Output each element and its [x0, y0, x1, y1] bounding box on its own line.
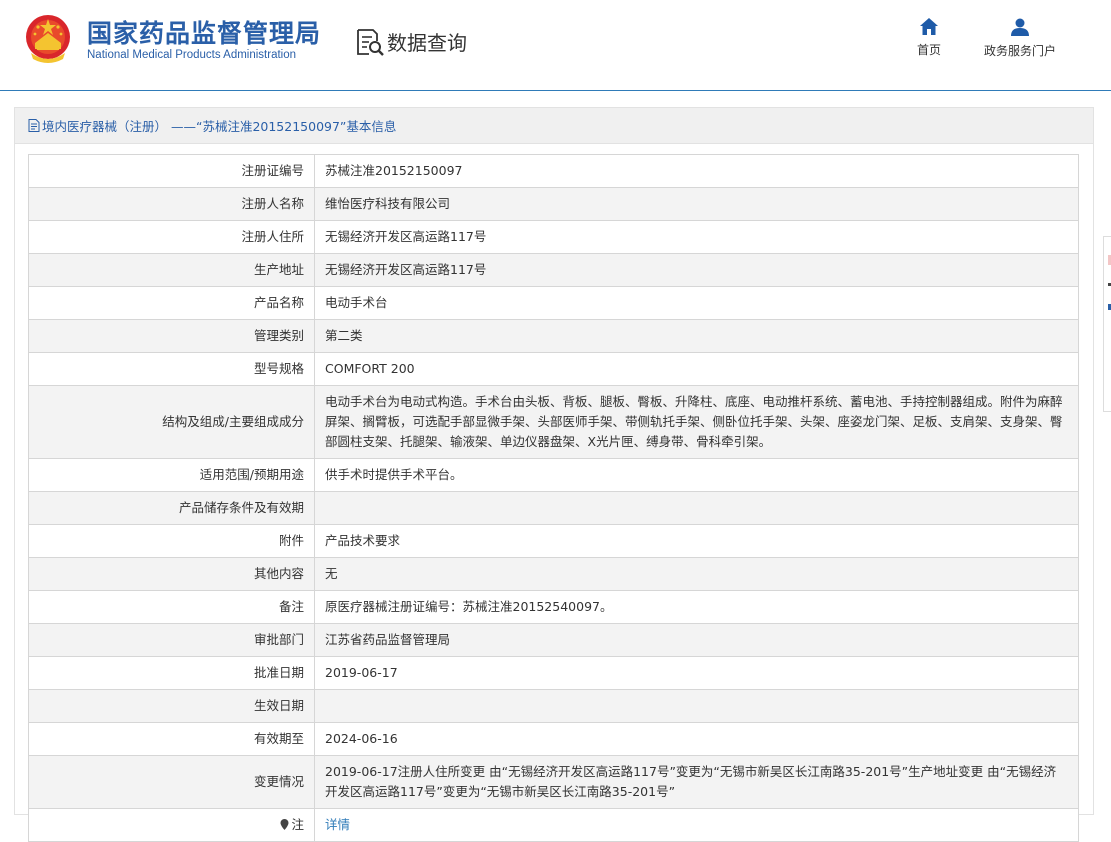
field-label: 注: [28, 808, 315, 842]
field-label: 其他内容: [28, 557, 315, 591]
field-value: 2024-06-16: [314, 722, 1079, 756]
field-value: 维怡医疗科技有限公司: [314, 187, 1079, 221]
nav-portal-label: 政务服务门户: [983, 44, 1056, 58]
table-row: 生效日期: [28, 689, 1079, 723]
system-title: 数据查询: [355, 27, 467, 56]
field-value: 原医疗器械注册证编号：苏械注准20152540097。: [314, 590, 1079, 624]
field-value: 无锡经济开发区高运路117号: [314, 220, 1079, 254]
field-value: 详情: [314, 808, 1079, 842]
field-label: 注册证编号: [28, 154, 315, 188]
field-label: 注册人名称: [28, 187, 315, 221]
table-row: 变更情况 2019-06-17注册人住所变更 由“无锡经济开发区高运路117号”变…: [28, 755, 1079, 809]
field-value: 电动手术台: [314, 286, 1079, 320]
table-row: 批准日期 2019-06-17: [28, 656, 1079, 690]
table-row: 审批部门 江苏省药品监督管理局: [28, 623, 1079, 657]
nav-service-portal[interactable]: 政务服务门户: [980, 18, 1060, 59]
table-row: 型号规格 COMFORT 200: [28, 352, 1079, 386]
field-label: 产品名称: [28, 286, 315, 320]
field-label: 生产地址: [28, 253, 315, 287]
field-label: 生效日期: [28, 689, 315, 723]
system-title-text: 数据查询: [387, 31, 467, 55]
table-row: 注册人名称 维怡医疗科技有限公司: [28, 187, 1079, 221]
brand-name-en: National Medical Products Administration: [87, 49, 297, 61]
side-float-tab[interactable]: [1103, 236, 1111, 412]
field-value: [314, 689, 1079, 723]
table-row: 产品名称 电动手术台: [28, 286, 1079, 320]
field-value: 第二类: [314, 319, 1079, 353]
field-label: 备注: [28, 590, 315, 624]
table-row: 注册人住所 无锡经济开发区高运路117号: [28, 220, 1079, 254]
field-label: 注册人住所: [28, 220, 315, 254]
document-icon: [28, 119, 40, 132]
national-emblem-icon: [26, 15, 70, 63]
field-label: 审批部门: [28, 623, 315, 657]
detail-panel: 境内医疗器械（注册） ——“苏械注准20152150097”基本信息 注册证编号…: [14, 107, 1094, 842]
field-label: 变更情况: [28, 755, 315, 809]
field-label: 产品储存条件及有效期: [28, 491, 315, 525]
details-link[interactable]: 详情: [325, 817, 350, 832]
field-label: 型号规格: [28, 352, 315, 386]
field-value: 苏械注准20152150097: [314, 154, 1079, 188]
field-label: 管理类别: [28, 319, 315, 353]
nav-home-label: 首页: [916, 43, 941, 57]
pin-icon: [280, 817, 291, 832]
site-header: 国家药品监督管理局 National Medical Products Admi…: [0, 0, 1111, 90]
field-value: 电动手术台为电动式构造。手术台由头板、背板、腿板、臀板、升降柱、底座、电动推杆系…: [314, 385, 1079, 459]
field-label: 结构及组成/主要组成成分: [28, 385, 315, 459]
table-row: 适用范围/预期用途 供手术时提供手术平台。: [28, 458, 1079, 492]
field-label: 附件: [28, 524, 315, 558]
field-label: 批准日期: [28, 656, 315, 690]
panel-header: 境内医疗器械（注册） ——“苏械注准20152150097”基本信息: [15, 108, 1093, 144]
field-value: 2019-06-17注册人住所变更 由“无锡经济开发区高运路117号”变更为“无…: [314, 755, 1079, 809]
table-row: 结构及组成/主要组成成分 电动手术台为电动式构造。手术台由头板、背板、腿板、臀板、…: [28, 385, 1079, 459]
nav-home[interactable]: 首页: [912, 18, 946, 58]
field-value: [314, 491, 1079, 525]
field-value: COMFORT 200: [314, 352, 1079, 386]
field-label: 适用范围/预期用途: [28, 458, 315, 492]
field-label: 有效期至: [28, 722, 315, 756]
brand-name-cn: 国家药品监督管理局: [87, 19, 322, 48]
table-row: 附件 产品技术要求: [28, 524, 1079, 558]
field-value: 无: [314, 557, 1079, 591]
field-value: 2019-06-17: [314, 656, 1079, 690]
table-row: 生产地址 无锡经济开发区高运路117号: [28, 253, 1079, 287]
table-row-note: 注 详情: [28, 808, 1079, 842]
registration-info-table: 注册证编号 苏械注准20152150097 注册人名称 维怡医疗科技有限公司 注册人住所…: [28, 154, 1079, 842]
field-value: 江苏省药品监督管理局: [314, 623, 1079, 657]
data-search-icon: [357, 28, 384, 56]
table-row: 产品储存条件及有效期: [28, 491, 1079, 525]
note-label: 注: [291, 817, 304, 832]
field-value: 供手术时提供手术平台。: [314, 458, 1079, 492]
field-value: 产品技术要求: [314, 524, 1079, 558]
table-row: 备注 原医疗器械注册证编号：苏械注准20152540097。: [28, 590, 1079, 624]
home-icon: [920, 18, 938, 35]
user-icon: [1011, 18, 1029, 36]
field-value: 无锡经济开发区高运路117号: [314, 253, 1079, 287]
header-divider: [0, 90, 1111, 91]
panel-title: 境内医疗器械（注册） ——“苏械注准20152150097”基本信息: [42, 119, 397, 134]
table-row: 有效期至 2024-06-16: [28, 722, 1079, 756]
table-row: 其他内容无: [28, 557, 1079, 591]
table-row: 注册证编号 苏械注准20152150097: [28, 154, 1079, 188]
table-row: 管理类别 第二类: [28, 319, 1079, 353]
